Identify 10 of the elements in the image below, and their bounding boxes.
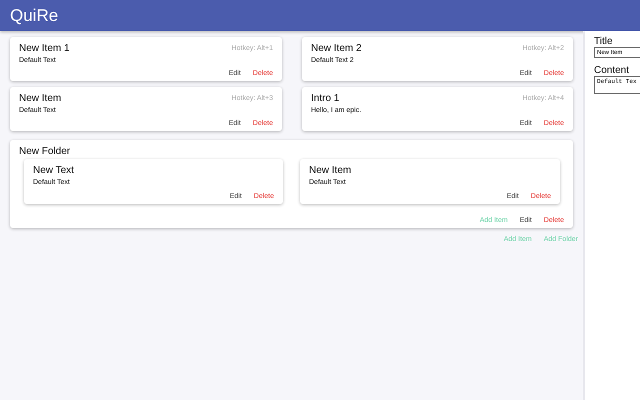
item-title: New Item — [309, 165, 352, 176]
item-title: Intro 1 — [311, 93, 340, 104]
app-title: QuiRe — [10, 6, 58, 26]
title-label: Title — [594, 36, 613, 47]
item-title: New Item 1 — [19, 43, 70, 54]
item-title: New Text — [33, 165, 75, 176]
item-title: New Item 2 — [311, 43, 362, 54]
content-label: Content — [594, 65, 630, 76]
item-title: New Item — [19, 93, 62, 104]
folder-title: New Folder — [19, 146, 72, 157]
